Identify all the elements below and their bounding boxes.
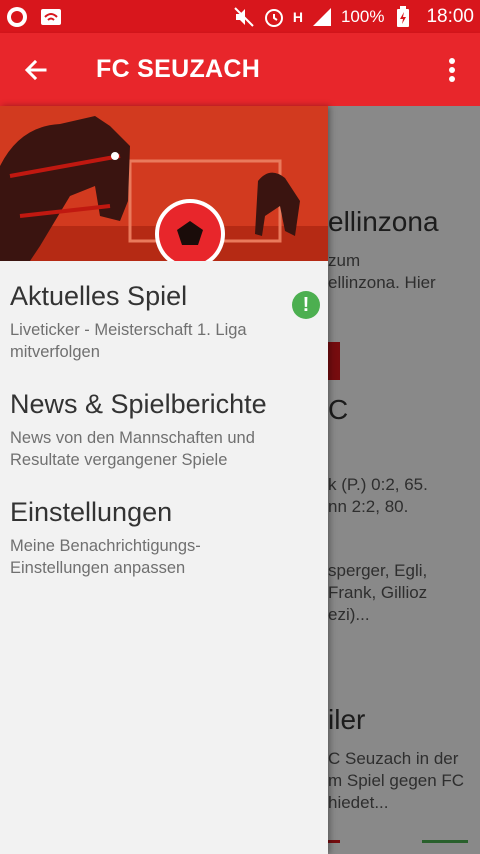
nav-item-news[interactable]: News & Spielberichte News von den Mannsc… bbox=[0, 387, 328, 471]
nav-item-subtitle: Resultate vergangener Spiele bbox=[10, 451, 228, 469]
drawer-header-image bbox=[0, 106, 328, 261]
nav-item-subtitle: News von den Mannschaften und bbox=[10, 429, 255, 447]
back-button[interactable] bbox=[0, 33, 72, 106]
more-vert-icon bbox=[449, 57, 455, 82]
nav-item-einstellungen[interactable]: Einstellungen Meine Benachrichtigungs- E… bbox=[0, 495, 328, 579]
clock: 18:00 bbox=[426, 5, 474, 27]
navigation-drawer: Aktuelles Spiel Liveticker - Meisterscha… bbox=[0, 106, 328, 854]
alarm-icon bbox=[263, 6, 285, 28]
nav-item-title: News & Spielberichte bbox=[10, 389, 267, 419]
app-bar: FC SEUZACH bbox=[0, 33, 480, 106]
app-title: FC SEUZACH bbox=[96, 55, 261, 83]
status-bar: H 100% 18:00 bbox=[0, 0, 480, 33]
nav-item-aktuelles-spiel[interactable]: Aktuelles Spiel Liveticker - Meisterscha… bbox=[0, 279, 328, 363]
battery-charging-icon bbox=[392, 5, 414, 28]
nav-item-subtitle: Meine Benachrichtigungs- bbox=[10, 537, 201, 555]
battery-percent: 100% bbox=[340, 6, 385, 26]
arrow-left-icon bbox=[24, 59, 47, 80]
alert-icon: ! bbox=[292, 291, 320, 319]
network-type-label: H bbox=[292, 8, 303, 25]
nav-item-subtitle: Einstellungen anpassen bbox=[10, 559, 186, 577]
nav-item-title: Einstellungen bbox=[10, 497, 173, 527]
mute-icon bbox=[233, 6, 255, 28]
app-logo-icon bbox=[6, 6, 28, 28]
signal-icon bbox=[311, 6, 333, 28]
nav-item-subtitle: mitverfolgen bbox=[10, 343, 100, 361]
wifi-message-icon bbox=[40, 6, 62, 28]
nav-item-title: Aktuelles Spiel bbox=[10, 281, 188, 311]
nav-item-subtitle: Liveticker - Meisterschaft 1. Liga bbox=[10, 321, 247, 339]
overflow-menu-button[interactable] bbox=[424, 33, 480, 106]
